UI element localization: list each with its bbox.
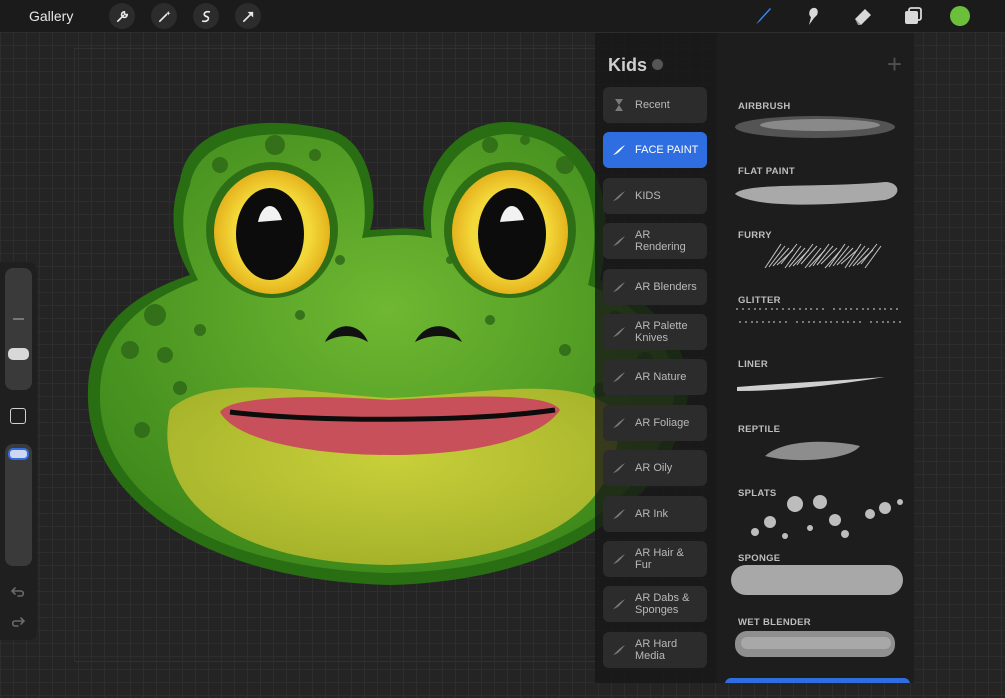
brush-stroke-icon — [613, 190, 625, 201]
brush-stroke-icon — [613, 281, 625, 292]
brush-set-item[interactable]: FACE PAINT — [603, 132, 707, 169]
brush-set-label: FACE PAINT — [635, 144, 699, 157]
brush-item[interactable]: GLITTER — [725, 289, 910, 349]
brush-set-label: AR Oily — [635, 462, 673, 475]
opacity-slider[interactable] — [5, 444, 32, 566]
brush-set-item[interactable]: Recent — [603, 87, 707, 123]
brush-size-thumb[interactable] — [8, 348, 29, 360]
brush-stroke-icon — [613, 145, 625, 156]
eraser-icon — [855, 9, 871, 25]
brush-size-slider[interactable] — [5, 268, 32, 390]
brush-stroke-icon — [613, 508, 625, 519]
brush-set-label: KIDS — [635, 189, 661, 202]
brush-set-item[interactable]: AR Rendering — [603, 223, 707, 260]
brush-icon — [756, 8, 771, 24]
brush-tool-button[interactable] — [750, 3, 776, 29]
selection-icon — [201, 10, 211, 22]
brush-set-label: AR Hard Media — [635, 637, 678, 662]
brush-set-item[interactable]: AR Hair & Fur — [603, 540, 707, 577]
brush-item[interactable]: REPTILE — [725, 418, 910, 478]
brush-set-label: AR Nature — [635, 371, 687, 384]
brush-set-label: AR Rendering — [635, 229, 686, 254]
brush-set-list: Recent FACE PAINT KIDS AR Rendering AR Blend… — [603, 87, 707, 677]
actions-button[interactable] — [109, 3, 136, 29]
brush-stroke-preview — [735, 631, 895, 657]
magic-wand-icon — [158, 10, 171, 22]
transform-button[interactable] — [235, 3, 262, 29]
brush-stroke-icon — [613, 326, 625, 337]
smudge-tool-button[interactable] — [800, 3, 826, 29]
set-options-icon[interactable] — [652, 59, 663, 70]
modify-button[interactable] — [10, 408, 26, 424]
brush-item[interactable]: SPONGE — [725, 547, 910, 607]
brush-stroke-icon — [613, 463, 625, 474]
brush-item[interactable]: SPLATS — [725, 482, 910, 542]
brush-set-label: AR Foliage — [635, 416, 690, 429]
brush-list: AIRBRUSH FLAT PAINT FURRY GLITTER LINER REPTI… — [717, 33, 914, 683]
gallery-button[interactable]: Gallery — [29, 8, 73, 24]
brush-set-item[interactable]: AR Foliage — [603, 404, 707, 441]
brush-stroke-preview — [731, 564, 903, 595]
hourglass-icon — [615, 99, 623, 111]
brush-set-item[interactable]: AR Nature — [603, 359, 707, 396]
layers-button[interactable] — [900, 3, 926, 29]
brush-set-label: AR Dabs & Sponges — [635, 592, 690, 617]
adjustments-button[interactable] — [151, 3, 178, 29]
brush-stroke-icon — [613, 372, 625, 383]
brush-item[interactable]: FLAT PAINT — [725, 160, 910, 220]
brush-set-item[interactable]: AR Ink — [603, 495, 707, 532]
opacity-thumb[interactable] — [8, 448, 29, 460]
selection-button[interactable] — [193, 3, 220, 29]
top-toolbar: Gallery — [0, 0, 1005, 32]
brush-set-item[interactable]: KIDS — [603, 177, 707, 214]
color-picker-button[interactable] — [950, 6, 970, 26]
brush-stroke-preview — [765, 441, 860, 460]
brush-library-panel: Kids + RecentFACE PAINTKIDSAR RenderingA… — [595, 33, 914, 683]
brush-set-label: AR Hair & Fur — [635, 546, 684, 571]
brush-set-label: AR Ink — [635, 507, 669, 520]
undo-icon[interactable] — [10, 585, 26, 599]
brush-set-label: Recent — [635, 99, 670, 111]
transform-arrow-icon — [242, 11, 254, 22]
brush-item[interactable]: WET PAINT — [725, 677, 910, 683]
smudge-icon — [809, 7, 818, 26]
brush-stroke-icon — [613, 417, 625, 428]
brush-item[interactable]: AIRBRUSH — [725, 95, 910, 155]
brush-stroke-icon — [613, 236, 625, 247]
brush-stroke-icon — [613, 599, 625, 610]
wrench-icon — [116, 10, 128, 22]
brush-stroke-preview — [737, 377, 885, 391]
brush-set-item[interactable]: AR Dabs & Sponges — [603, 586, 707, 623]
brush-item[interactable]: LINER — [725, 353, 910, 413]
redo-icon[interactable] — [10, 615, 26, 629]
brush-set-item[interactable]: AR Oily — [603, 450, 707, 487]
brush-set-label: AR Palette Knives — [635, 319, 688, 344]
brush-item[interactable]: WET BLENDER — [725, 611, 910, 671]
brush-item[interactable]: FURRY — [725, 224, 910, 284]
left-sidebar — [0, 262, 37, 640]
slider-tick-mark — [13, 318, 24, 320]
brush-set-item[interactable]: AR Palette Knives — [603, 313, 707, 350]
brush-stroke-preview — [735, 181, 898, 205]
brush-stroke-preview — [764, 243, 882, 269]
layers-icon — [905, 7, 922, 24]
brush-stroke-preview — [736, 307, 901, 323]
brush-set-item[interactable]: AR Blenders — [603, 268, 707, 305]
brush-stroke-preview — [735, 116, 895, 138]
eraser-tool-button[interactable] — [850, 3, 876, 29]
brush-stroke-icon — [613, 644, 625, 655]
brush-set-item[interactable]: AR Hard Media — [603, 631, 707, 668]
brush-stroke-icon — [613, 553, 625, 564]
brush-set-title: Kids — [608, 55, 648, 75]
brush-stroke-preview — [751, 495, 903, 539]
brush-set-label: AR Blenders — [635, 280, 697, 293]
